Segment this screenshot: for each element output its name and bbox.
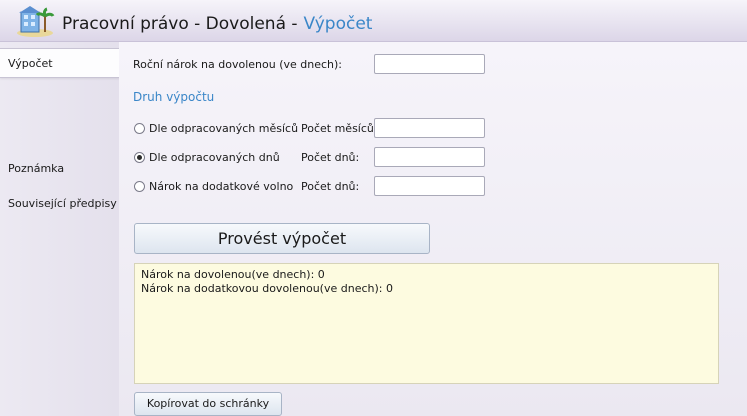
radio-label-worked-days: Dle odpracovaných dnů <box>149 151 280 164</box>
radio-worked-days[interactable] <box>134 152 145 163</box>
sidebar-item-souvisejici-predpisy[interactable]: Související předpisy <box>0 189 119 219</box>
months-count-input[interactable] <box>374 118 485 138</box>
title-bar: Pracovní právo - Dovolená - Výpočet <box>0 0 747 42</box>
sidebar-item-poznamka[interactable]: Poznámka <box>0 154 119 184</box>
sidebar-item-label: Poznámka <box>8 162 65 175</box>
months-count-label: Počet měsíců: <box>301 122 378 135</box>
sidebar-item-label: Související předpisy <box>8 197 117 210</box>
result-line: Nárok na dodatkovou dovolenou(ve dnech):… <box>141 282 393 295</box>
radio-label-additional-leave: Nárok na dodatkové volno <box>149 180 294 193</box>
radio-label-worked-months: Dle odpracovaných měsíců <box>149 122 299 135</box>
beach-building-icon <box>13 4 55 38</box>
annual-entitlement-input[interactable] <box>374 54 485 74</box>
title-subtitle: Výpočet <box>303 14 373 34</box>
days-count-label: Počet dnů: <box>301 151 360 164</box>
result-line: Nárok na dovolenou(ve dnech): 0 <box>141 268 325 281</box>
radio-worked-months[interactable] <box>134 123 145 134</box>
section-title: Druh výpočtu <box>133 90 215 104</box>
additional-days-label: Počet dnů: <box>301 180 360 193</box>
main-panel: Roční nárok na dovolenou (ve dnech): Dru… <box>119 42 747 416</box>
title-text: Pracovní právo - Dovolená - <box>62 14 298 34</box>
sidebar: Výpočet Poznámka Související předpisy <box>0 42 120 416</box>
sidebar-item-label: Výpočet <box>8 57 53 70</box>
additional-days-input[interactable] <box>374 176 485 196</box>
copy-to-clipboard-button[interactable]: Kopírovat do schránky <box>134 392 282 416</box>
result-box: Nárok na dovolenou(ve dnech): 0 Nárok na… <box>134 263 719 384</box>
days-count-input[interactable] <box>374 147 485 167</box>
annual-entitlement-label: Roční nárok na dovolenou (ve dnech): <box>133 58 342 71</box>
sidebar-item-vypocet[interactable]: Výpočet <box>0 48 120 78</box>
window-title: Pracovní právo - Dovolená - Výpočet <box>62 14 372 34</box>
radio-additional-leave[interactable] <box>134 181 145 192</box>
calculate-button[interactable]: Provést výpočet <box>134 223 430 254</box>
